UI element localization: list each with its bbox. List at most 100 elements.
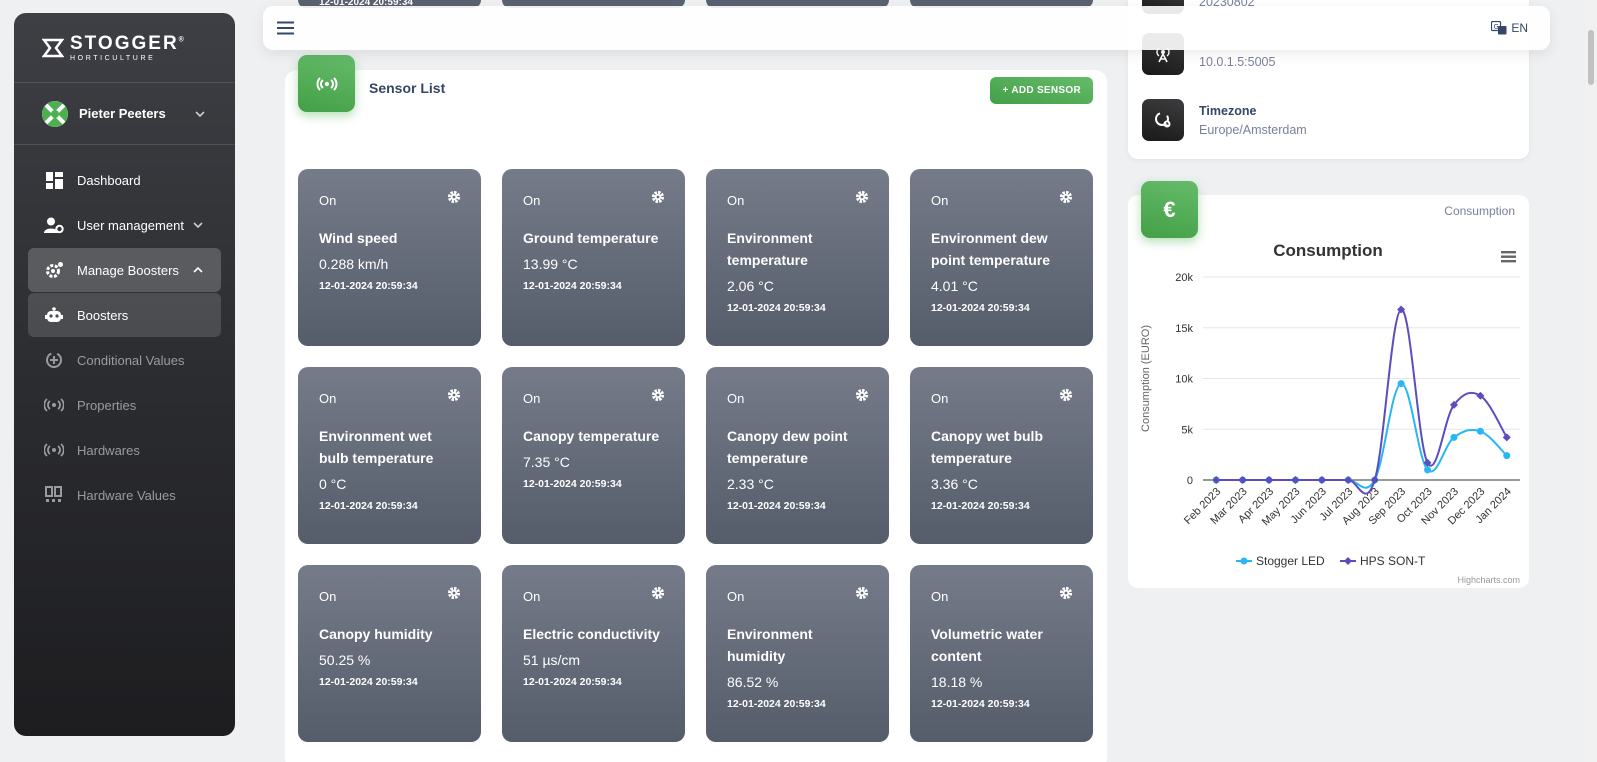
sensor-status: On: [727, 193, 745, 208]
sensor-value: 50.25 %: [319, 652, 371, 668]
sensor-card[interactable]: On Environment humidity 86.52 % 12-01-2024 …: [706, 565, 889, 742]
value-icon: [44, 485, 64, 505]
avatar: [42, 100, 68, 127]
sensor-value: 0.288 km/h: [319, 256, 389, 272]
sensor-value: 18.18 %: [931, 674, 983, 690]
y-tick-label: 10k: [1175, 374, 1193, 386]
sensor-card[interactable]: On Canopy wet bulb temperature 3.36 °C 12-0…: [910, 367, 1093, 544]
sensor-name: Environment dew point temperature: [931, 230, 1051, 268]
data-point: [1212, 476, 1221, 484]
timezone-label: Timezone: [1199, 103, 1257, 118]
chart-menu-icon[interactable]: [1501, 251, 1516, 263]
sensor-status: On: [523, 193, 541, 208]
gear-icon[interactable]: [651, 388, 665, 402]
scrollbar-thumb[interactable]: [1588, 30, 1594, 85]
sidebar-item-manage-boosters[interactable]: Manage Boosters: [28, 248, 221, 292]
sensor-name: Environment humidity: [727, 626, 813, 664]
sensor-card[interactable]: On Environment wet bulb temperature 0 °C 12…: [298, 367, 481, 544]
sensor-card[interactable]: On Canopy humidity 50.25 % 12-01-2024 20:59…: [298, 565, 481, 742]
sensor-value: 86.52 %: [727, 674, 779, 690]
y-tick-label: 15k: [1175, 323, 1193, 335]
gear-icon[interactable]: [855, 190, 869, 204]
sensor-name: Electric conductivity: [523, 626, 660, 642]
sidebar-item-dashboard[interactable]: Dashboard: [28, 158, 221, 202]
gear-icon[interactable]: [1059, 586, 1073, 600]
sidebar-item-label: Hardware Values: [77, 487, 176, 503]
sensor-status: On: [319, 193, 337, 208]
add-sensor-button[interactable]: + ADD SENSOR: [990, 77, 1093, 104]
legend-marker: [1240, 557, 1248, 565]
sensor-value: 4.01 °C: [931, 278, 978, 294]
sidebar-item-user-management[interactable]: User management: [28, 203, 221, 247]
sensor-value: 7.35 °C: [523, 454, 570, 470]
series-line: [1216, 308, 1508, 495]
sensor-timestamp: 12-01-2024 20:59:34: [727, 500, 826, 512]
hamburger-menu-icon[interactable]: [277, 21, 294, 35]
sensor-name: Canopy wet bulb temperature: [931, 428, 1043, 466]
sensor-card[interactable]: On Canopy temperature 7.35 °C 12-01-2024 20…: [502, 367, 685, 544]
broadcast-icon: [44, 440, 64, 460]
gear-icon[interactable]: [447, 388, 461, 402]
y-tick-label: 20k: [1175, 272, 1193, 284]
sensor-status: On: [523, 391, 541, 406]
stogger-logo-icon: [42, 37, 64, 59]
sensor-timestamp: 12-01-2024 20:59:34: [523, 280, 622, 292]
consumption-card: € Consumption Consumption 0 5k 10k 15k 20k Con…: [1128, 181, 1529, 588]
series-line: [1216, 382, 1508, 489]
sidebar-item-conditional-values[interactable]: Conditional Values: [28, 338, 221, 382]
sidebar-item-label: Boosters: [77, 307, 129, 323]
sidebar-item-label: Conditional Values: [77, 352, 185, 368]
sensor-timestamp: 12-01-2024 20:59:34: [523, 478, 622, 490]
gear-icon[interactable]: [1059, 190, 1073, 204]
gear-icon[interactable]: [447, 586, 461, 600]
data-point: [1265, 476, 1274, 484]
language-selector[interactable]: G EN: [1491, 21, 1528, 35]
sensor-card[interactable]: On Wind speed 0.288 km/h 12-01-2024 20:59:3…: [298, 169, 481, 346]
sensor-name: Wind speed: [319, 230, 398, 246]
legend-label: HPS SON-T: [1360, 554, 1426, 568]
gear-icon[interactable]: [447, 190, 461, 204]
panel-title: Sensor List: [369, 80, 446, 96]
gear-icon[interactable]: [855, 586, 869, 600]
sidebar-item-boosters[interactable]: Boosters: [28, 293, 221, 337]
data-point: [1503, 452, 1511, 460]
user-menu[interactable]: Pieter Peeters: [14, 83, 235, 145]
sidebar-item-hardware-values[interactable]: Hardware Values: [28, 473, 221, 517]
sensor-card[interactable]: On Ground temperature 13.99 °C 12-01-2024 2…: [502, 169, 685, 346]
brand[interactable]: STOGGER® HORTICULTURE: [14, 13, 235, 83]
sensor-status: On: [727, 391, 745, 406]
gear-icon[interactable]: [651, 586, 665, 600]
sensor-value: 2.33 °C: [727, 476, 774, 492]
gear-icon[interactable]: [1059, 388, 1073, 402]
data-point: [1397, 380, 1405, 388]
sensor-card[interactable]: On Environment dew point temperature 4.01 …: [910, 169, 1093, 346]
sensor-name: Environment temperature: [727, 230, 813, 268]
sidebar-item-hardwares[interactable]: Hardwares: [28, 428, 221, 472]
sensor-name: Volumetric water content: [931, 626, 1043, 664]
sensor-name: Canopy dew point temperature: [727, 428, 848, 466]
brand-subtitle: HORTICULTURE: [70, 54, 156, 62]
sensor-status: On: [319, 589, 337, 604]
legend-marker: [1344, 557, 1352, 565]
gear-icon[interactable]: [651, 190, 665, 204]
broadcast-icon: [44, 395, 64, 415]
timezone-icon: [1142, 99, 1184, 141]
sensor-card[interactable]: On Electric conductivity 51 µs/cm 12-01-202…: [502, 565, 685, 742]
sensor-card[interactable]: On Canopy dew point temperature 2.33 °C 12-…: [706, 367, 889, 544]
sensor-name: Ground temperature: [523, 230, 659, 246]
sidebar-item-label: Dashboard: [77, 172, 141, 188]
sensor-value: 2.06 °C: [727, 278, 774, 294]
sensor-card[interactable]: On Volumetric water content 18.18 % 12-01-2…: [910, 565, 1093, 742]
sensor-card[interactable]: On Environment temperature 2.06 °C 12-01-20…: [706, 169, 889, 346]
gear-icon[interactable]: [855, 388, 869, 402]
sensor-timestamp: 12-01-2024 20:59:34: [523, 676, 622, 688]
language-label: EN: [1511, 21, 1528, 35]
sensor-timestamp: 12-01-2024 20:59:34: [727, 698, 826, 710]
consumption-chart: Consumption 0 5k 10k 15k 20k Consumption (EURO…: [1140, 241, 1520, 585]
sidebar-item-properties[interactable]: Properties: [28, 383, 221, 427]
user-name: Pieter Peeters: [79, 106, 166, 121]
page-scrollbar[interactable]: [1585, 0, 1597, 762]
sensor-name: Canopy temperature: [523, 428, 660, 444]
data-point: [1502, 433, 1511, 442]
sensor-status: On: [727, 589, 745, 604]
